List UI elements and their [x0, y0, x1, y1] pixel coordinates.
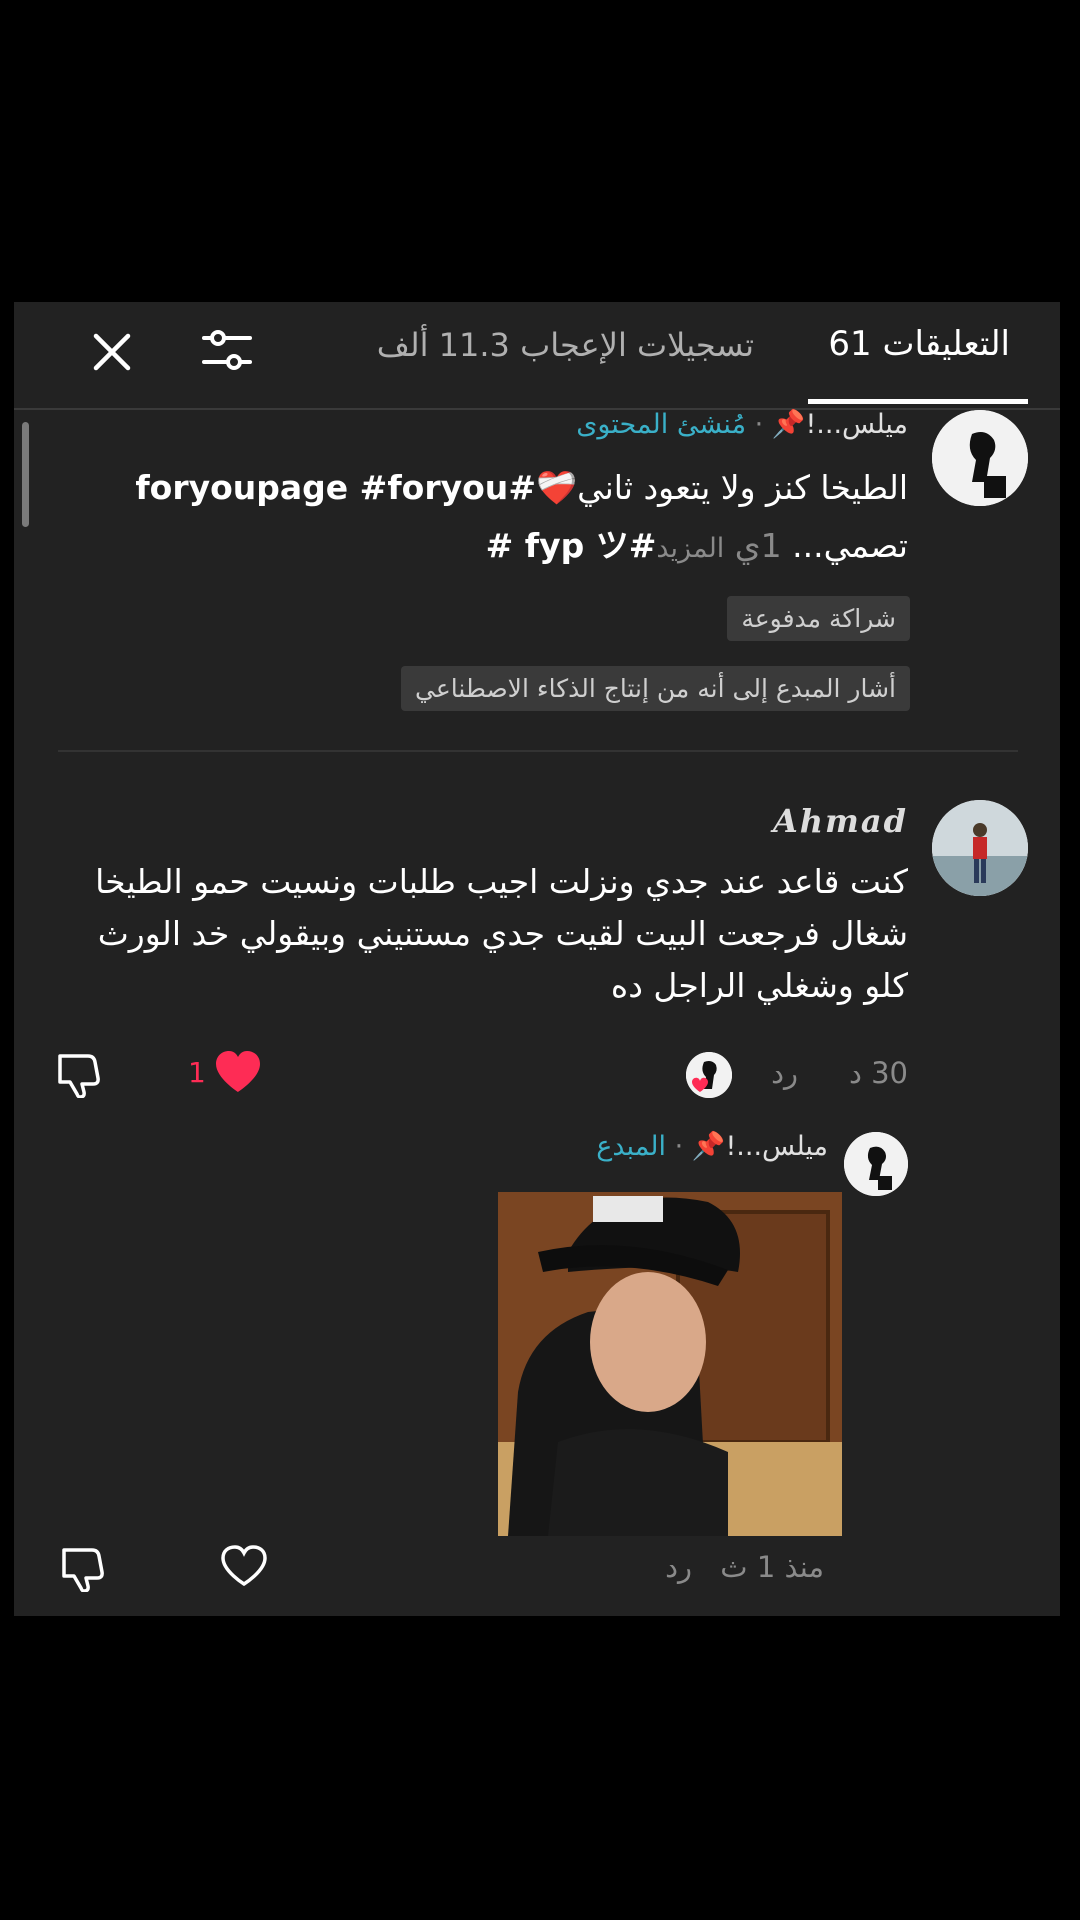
- close-icon[interactable]: [84, 324, 140, 380]
- avatar[interactable]: [932, 800, 1028, 896]
- tab-comments[interactable]: التعليقات 61: [828, 324, 1010, 364]
- author-name[interactable]: ميلس...!: [725, 1131, 828, 1162]
- caption-fragment: 1ي: [734, 526, 782, 565]
- dislike-icon[interactable]: [58, 1546, 106, 1596]
- comments-panel: تسجيلات الإعجاب 11.3 ألف التعليقات 61 مي…: [14, 302, 1060, 1616]
- like-heart-icon[interactable]: [220, 1544, 268, 1592]
- caption-text: الطيخا كنز ولا يتعود ثاني: [577, 468, 908, 507]
- reply-button[interactable]: رد: [665, 1550, 692, 1584]
- ai-generated-label: أشار المبدع إلى أنه من إنتاج الذكاء الاص…: [401, 666, 910, 711]
- dislike-icon[interactable]: [54, 1052, 102, 1102]
- comment-time: 30 د: [848, 1056, 908, 1090]
- reply-button[interactable]: رد: [771, 1056, 798, 1090]
- reply-time: منذ 1 ث: [720, 1550, 824, 1584]
- hashtags[interactable]: #foryoupage #foryou: [135, 468, 536, 507]
- tab-likes[interactable]: تسجيلات الإعجاب 11.3 ألف: [377, 326, 754, 364]
- heart-icon: ❤️‍🩹: [535, 468, 578, 507]
- filter-icon[interactable]: [200, 324, 254, 378]
- post-caption-line1: الطيخا كنز ولا يتعود ثاني❤️‍🩹#foryoupage…: [135, 462, 908, 514]
- comment-text: كنت قاعد عند جدي ونزلت اجيب طلبات ونسيت …: [95, 862, 908, 1005]
- active-tab-indicator: [808, 399, 1028, 404]
- pin-icon: 📌: [691, 1131, 726, 1162]
- avatar[interactable]: [844, 1132, 908, 1196]
- comment-author[interactable]: Ahmad: [773, 802, 908, 840]
- caption-truncated: تصمي...: [792, 526, 908, 565]
- hashtags[interactable]: #fyp ツ #: [486, 526, 657, 565]
- like-heart-icon[interactable]: [214, 1050, 262, 1098]
- divider: [58, 750, 1018, 752]
- creator-label: المبدع: [596, 1131, 667, 1162]
- comments-header: تسجيلات الإعجاب 11.3 ألف التعليقات 61: [14, 302, 1060, 410]
- avatar[interactable]: [932, 410, 1028, 506]
- author-name[interactable]: ميلس...!: [805, 409, 908, 440]
- creator-liked-avatar: [686, 1052, 732, 1098]
- likes-count: 1: [188, 1056, 206, 1089]
- post-meta: ميلس...!📌 · مُنشئ المحتوى: [576, 408, 908, 440]
- paid-partnership-label: شراكة مدفوعة: [727, 596, 910, 641]
- post-caption-line2: تصمي... 1ي المزيد#fyp ツ #: [486, 520, 908, 575]
- pin-icon: 📌: [771, 409, 806, 440]
- reply-meta: ميلس...!📌 · المبدع: [596, 1130, 828, 1162]
- scrollbar[interactable]: [22, 422, 29, 527]
- meta-separator: ·: [754, 409, 764, 440]
- see-more-link[interactable]: المزيد: [656, 533, 724, 564]
- meta-separator: ·: [674, 1131, 684, 1162]
- creator-label: مُنشئ المحتوى: [576, 409, 747, 440]
- reply-image[interactable]: [498, 1192, 842, 1536]
